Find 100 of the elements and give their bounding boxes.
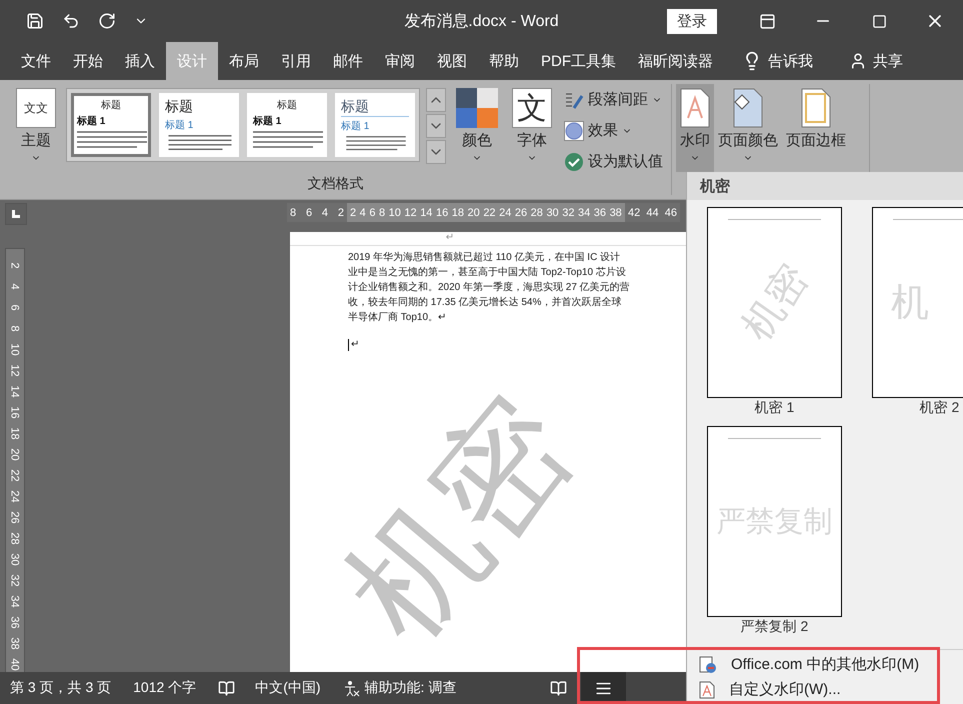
ribbon-button[interactable]: 页面边框 xyxy=(782,84,850,172)
ruler-number: 30 xyxy=(546,206,559,218)
ribbon-tab[interactable]: 邮件 xyxy=(322,42,374,80)
redo-icon[interactable] xyxy=(98,12,116,30)
save-icon[interactable] xyxy=(26,12,44,30)
print-layout-button[interactable] xyxy=(581,672,626,704)
menu-item[interactable]: Office.com 中的其他水印(M) xyxy=(695,652,963,677)
page-count[interactable]: 第 3 页，共 3 页 xyxy=(10,679,112,697)
scroll-down-button[interactable] xyxy=(426,114,446,138)
watermark-label: 机密 2 xyxy=(920,398,960,417)
ribbon-small-button[interactable]: 效果 xyxy=(562,117,665,144)
preview-heading: 标题 1 xyxy=(77,114,106,128)
style-preview[interactable]: 标题 标题 1 xyxy=(247,93,327,157)
style-preview[interactable]: 标题 标题 1 xyxy=(71,93,151,157)
ribbon-tab[interactable]: 开始 xyxy=(62,42,114,80)
ruler-number: 34 xyxy=(578,206,590,218)
ruler-number: 12 xyxy=(404,206,417,218)
color-swatch-icon xyxy=(456,88,498,128)
check-circle-icon xyxy=(564,152,584,172)
theme-button[interactable]: 文文 主题 xyxy=(12,84,60,172)
ruler-number: 26 xyxy=(8,511,22,524)
ruler-number: 8 xyxy=(290,206,296,218)
share-label[interactable]: 共享 xyxy=(873,52,903,70)
word-count[interactable]: 1012 个字 xyxy=(133,679,196,697)
ribbon-tab[interactable]: 帮助 xyxy=(478,42,530,80)
theme-icon: 文文 xyxy=(16,88,56,128)
custom-watermark-icon xyxy=(699,680,715,698)
body-paragraph: 2019 年华为海思销售额就已超过 110 亿美元，在中国 IC 设计业中是当之无愧的第一，甚至高于中国大陆 Top2-Top10 芯片设计企业销售额之和。2020 年第一季度，海思实现 27 亿美元的营收，较去年同期的 17.35 亿美元增长达 54%，并首次跃居全球半导体厂商 Top10。↵ xyxy=(348,250,630,325)
section-title: 机密 xyxy=(700,176,730,196)
ruler-number: 6 xyxy=(369,206,376,218)
ruler-number: 10 xyxy=(388,206,401,218)
ruler-number: 28 xyxy=(530,206,543,218)
ribbon-button[interactable]: 页面颜色 xyxy=(714,84,782,172)
ruler-number: 2 xyxy=(8,262,22,269)
ruler-number: 4 xyxy=(360,206,366,218)
ribbon-tab[interactable]: 审阅 xyxy=(374,42,426,80)
book-icon xyxy=(550,680,568,696)
ruler-number: 16 xyxy=(8,406,22,419)
ruler-number: 36 xyxy=(594,206,606,218)
preview-heading: 标题 1 xyxy=(253,114,282,128)
ribbon-tab[interactable]: 视图 xyxy=(426,42,478,80)
scroll-up-button[interactable] xyxy=(426,88,446,112)
ruler-number: 34 xyxy=(8,595,22,608)
menu-item[interactable]: 自定义水印(W)... xyxy=(695,677,963,702)
ribbon-button[interactable]: 水印 xyxy=(676,84,714,172)
undo-icon[interactable] xyxy=(62,12,80,30)
ruler-number: 32 xyxy=(562,206,574,218)
ribbon-small-button[interactable]: 设为默认值 xyxy=(562,148,665,175)
preview-title: 标题 xyxy=(276,98,298,112)
preview-title: 标题 xyxy=(165,98,194,116)
tab-selector[interactable] xyxy=(5,203,27,225)
online-watermark-icon xyxy=(699,656,717,674)
ribbon-tab[interactable]: 福昕阅读器 xyxy=(627,42,724,80)
ribbon-display-icon[interactable] xyxy=(758,12,776,30)
ruler-number: 24 xyxy=(499,206,512,218)
ribbon-small-button[interactable]: 段落间距 xyxy=(562,86,665,113)
ruler-number: 44 xyxy=(646,206,659,218)
preview-title: 标题 xyxy=(100,98,122,112)
ruler-number: 42 xyxy=(628,206,640,218)
ruler-number: 2 xyxy=(350,206,356,218)
ruler-number: 12 xyxy=(8,364,22,377)
effects-icon xyxy=(564,120,584,140)
tell-me-label[interactable]: 告诉我 xyxy=(768,52,813,70)
body-paragraph: ↵ xyxy=(348,337,630,352)
paragraph-lines-drawing xyxy=(253,130,323,150)
person-icon[interactable] xyxy=(849,52,867,70)
ruler-number: 18 xyxy=(8,427,22,440)
accessibility-status[interactable]: 辅助功能: 调查 xyxy=(364,679,456,697)
ribbon-tab[interactable]: 布局 xyxy=(218,42,270,80)
ruler-number: 32 xyxy=(8,574,22,587)
ruler-number: 20 xyxy=(8,448,22,461)
ruler-number: 4 xyxy=(322,206,328,218)
language-label[interactable]: 中文(中国) xyxy=(255,679,321,697)
ribbon-tab[interactable]: PDF工具集 xyxy=(530,42,627,80)
group-label: 文档格式 xyxy=(306,175,364,193)
ruler-number: 36 xyxy=(8,616,22,629)
paragraph-mark: ↵ xyxy=(446,232,454,245)
style-preview[interactable]: 标题 标题 1 xyxy=(159,93,239,157)
colors-button[interactable]: 颜色 xyxy=(452,84,502,172)
accessibility-icon[interactable] xyxy=(342,679,361,697)
ruler-number: 26 xyxy=(514,206,528,218)
preview-title: 标题 xyxy=(341,98,409,117)
ribbon-tab[interactable]: 文件 xyxy=(10,42,62,80)
ruler-number: 22 xyxy=(483,206,496,218)
maximize-icon[interactable] xyxy=(872,14,886,28)
proofing-icon[interactable] xyxy=(218,680,236,696)
ruler-number: 40 xyxy=(8,658,22,671)
ribbon-tab[interactable]: 插入 xyxy=(114,42,166,80)
ribbon-tab[interactable]: 引用 xyxy=(270,42,322,80)
ruler-number: 14 xyxy=(420,206,432,218)
font-icon: 文 xyxy=(512,88,552,128)
style-preview[interactable]: 标题 标题 1 xyxy=(335,93,415,157)
more-button[interactable] xyxy=(426,140,446,164)
fonts-button[interactable]: 文 字体 xyxy=(508,84,556,172)
ruler-number: 30 xyxy=(8,553,22,566)
window-title: 发布消息.docx - Word xyxy=(404,12,559,32)
sign-in-button[interactable]: 登录 xyxy=(667,8,717,34)
ruler-number: 8 xyxy=(8,325,22,332)
ruler-number: 24 xyxy=(8,490,22,503)
ruler-number: 46 xyxy=(664,206,677,218)
